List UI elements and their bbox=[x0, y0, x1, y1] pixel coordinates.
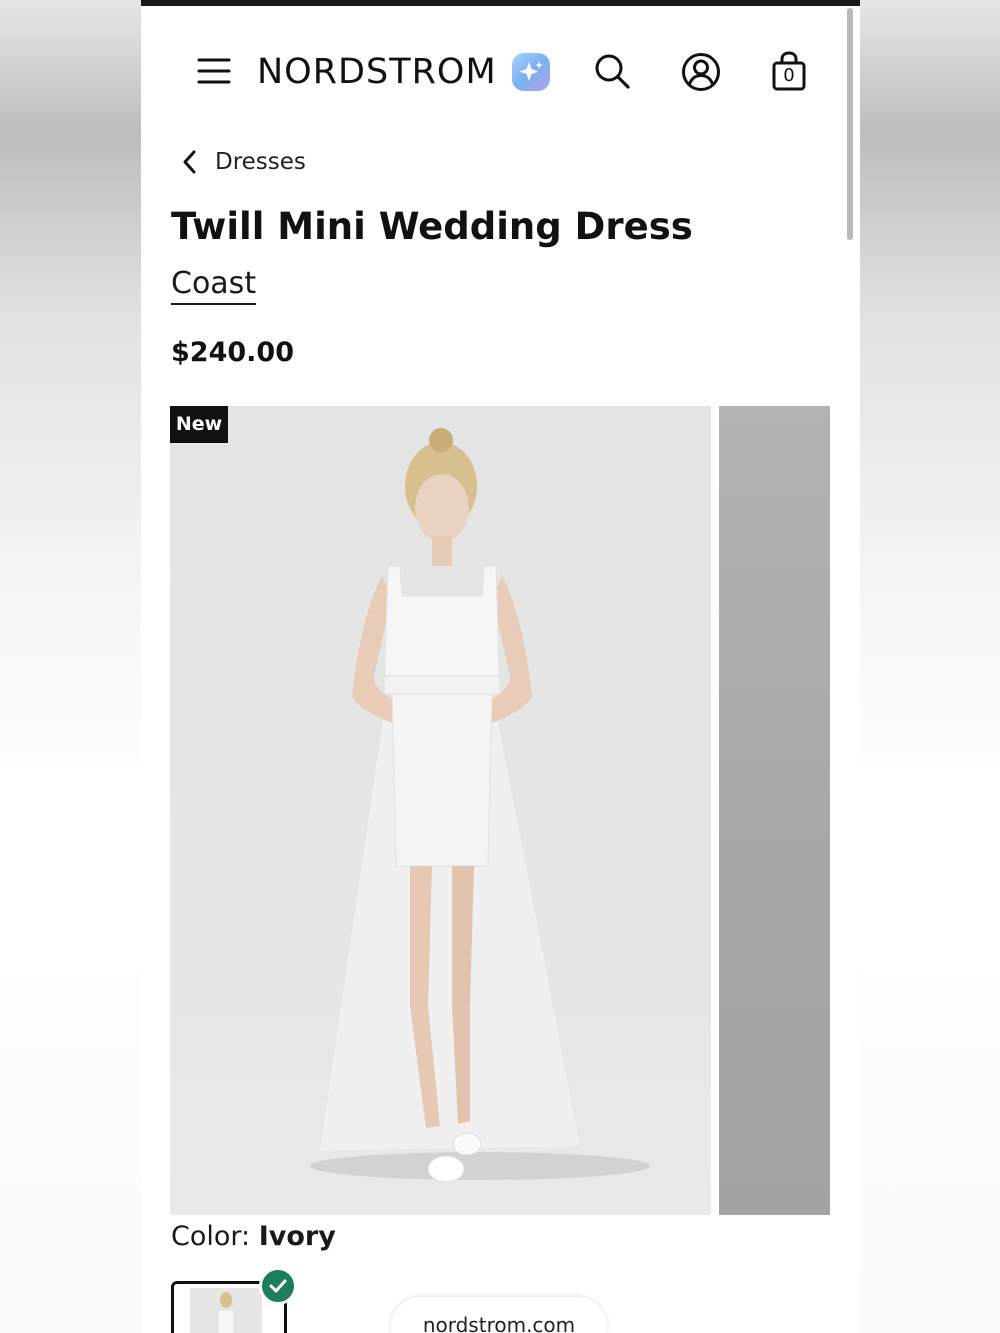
brand-link[interactable]: Coast bbox=[171, 266, 257, 305]
ai-assistant-button[interactable] bbox=[512, 53, 550, 91]
selected-check-badge bbox=[259, 1267, 297, 1305]
checkmark-icon bbox=[269, 1279, 287, 1293]
account-icon[interactable] bbox=[681, 52, 721, 92]
browser-url: nordstrom.com bbox=[422, 1313, 576, 1333]
product-image-next[interactable] bbox=[719, 406, 830, 1215]
menu-icon[interactable] bbox=[197, 54, 231, 88]
chevron-left-icon bbox=[183, 150, 196, 174]
cart-count: 0 bbox=[783, 65, 795, 86]
nordstrom-logo[interactable]: NORDSTROM bbox=[257, 49, 497, 95]
swatch-model-thumbnail bbox=[217, 1292, 235, 1333]
product-title: Twill Mini Wedding Dress bbox=[171, 205, 693, 248]
color-value: Ivory bbox=[258, 1221, 336, 1252]
search-icon[interactable] bbox=[593, 52, 631, 90]
model-photo bbox=[310, 428, 650, 1183]
status-bar-edge bbox=[141, 0, 860, 6]
product-image-main[interactable] bbox=[170, 406, 711, 1215]
color-label: Color: bbox=[171, 1221, 251, 1252]
color-selection-label: Color: Ivory bbox=[171, 1221, 336, 1252]
swatch-thumbnail bbox=[190, 1288, 262, 1333]
mobile-viewport: NORDSTROM 0 Dresses Twill Mini Wedding D… bbox=[141, 0, 860, 1333]
background-right bbox=[859, 0, 1000, 1333]
product-price: $240.00 bbox=[171, 337, 294, 368]
new-badge: New bbox=[170, 406, 228, 443]
page-scrollbar[interactable] bbox=[847, 8, 853, 240]
breadcrumb[interactable]: Dresses bbox=[179, 143, 306, 181]
sparkle-icon bbox=[519, 61, 543, 81]
shopping-bag-button[interactable]: 0 bbox=[771, 50, 807, 92]
browser-url-bar[interactable]: nordstrom.com bbox=[391, 1297, 607, 1333]
background-left bbox=[0, 0, 141, 1333]
breadcrumb-label: Dresses bbox=[215, 149, 306, 175]
